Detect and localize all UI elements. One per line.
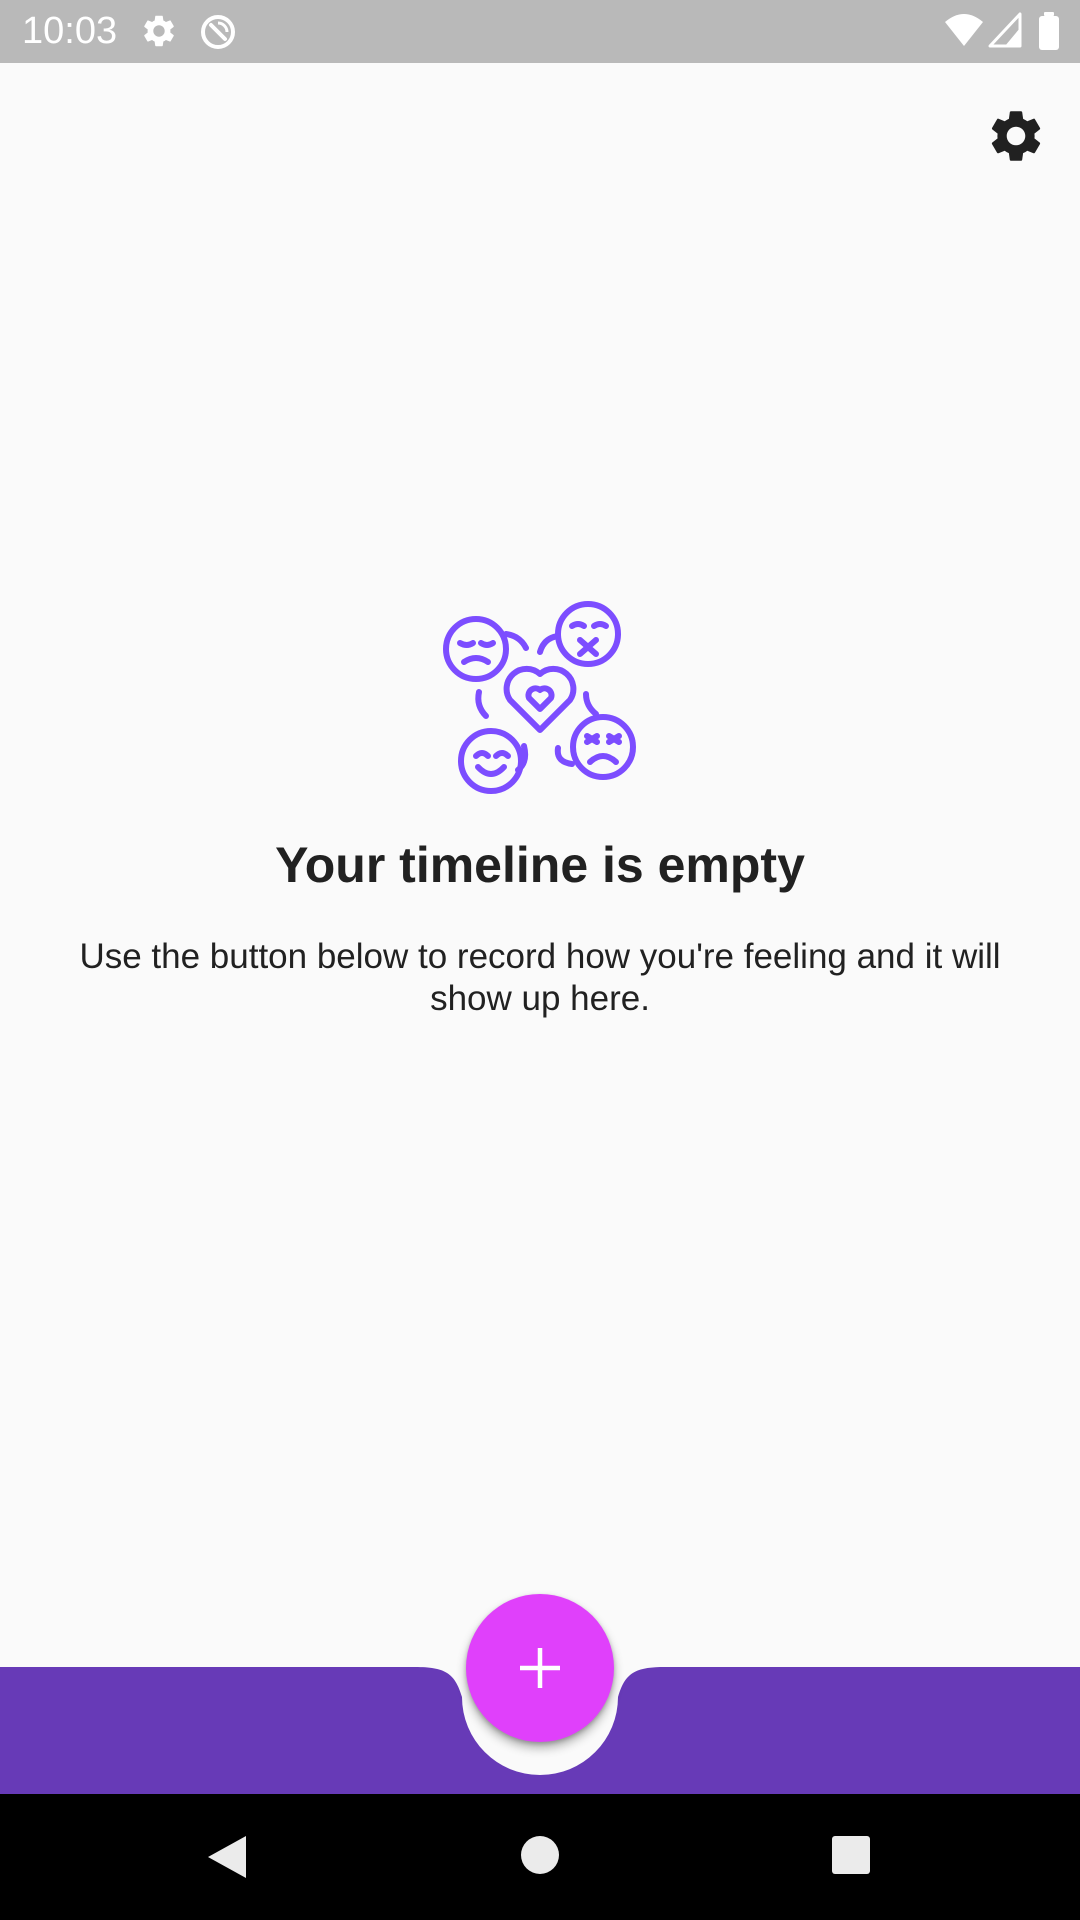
empty-state-title: Your timeline is empty (275, 837, 805, 893)
add-entry-button[interactable] (466, 1594, 614, 1742)
cell-signal-icon (988, 12, 1022, 48)
wifi-icon (945, 14, 983, 46)
home-icon[interactable] (519, 1834, 561, 1876)
plus-icon (520, 1648, 560, 1688)
status-bar: 10:03 (0, 0, 1080, 63)
status-time: 10:03 (22, 10, 118, 52)
emotions-cluster-icon (443, 601, 636, 794)
empty-state-description: Use the button below to record how you'r… (79, 937, 1001, 1018)
battery-icon (1039, 12, 1059, 50)
no-sync-icon (201, 15, 235, 49)
settings-gear-icon (991, 111, 1041, 161)
settings-button[interactable] (976, 96, 1056, 176)
system-nav-bar (0, 1794, 1080, 1920)
back-icon[interactable] (204, 1834, 250, 1880)
gear-icon (144, 15, 174, 47)
recents-icon[interactable] (830, 1834, 872, 1876)
